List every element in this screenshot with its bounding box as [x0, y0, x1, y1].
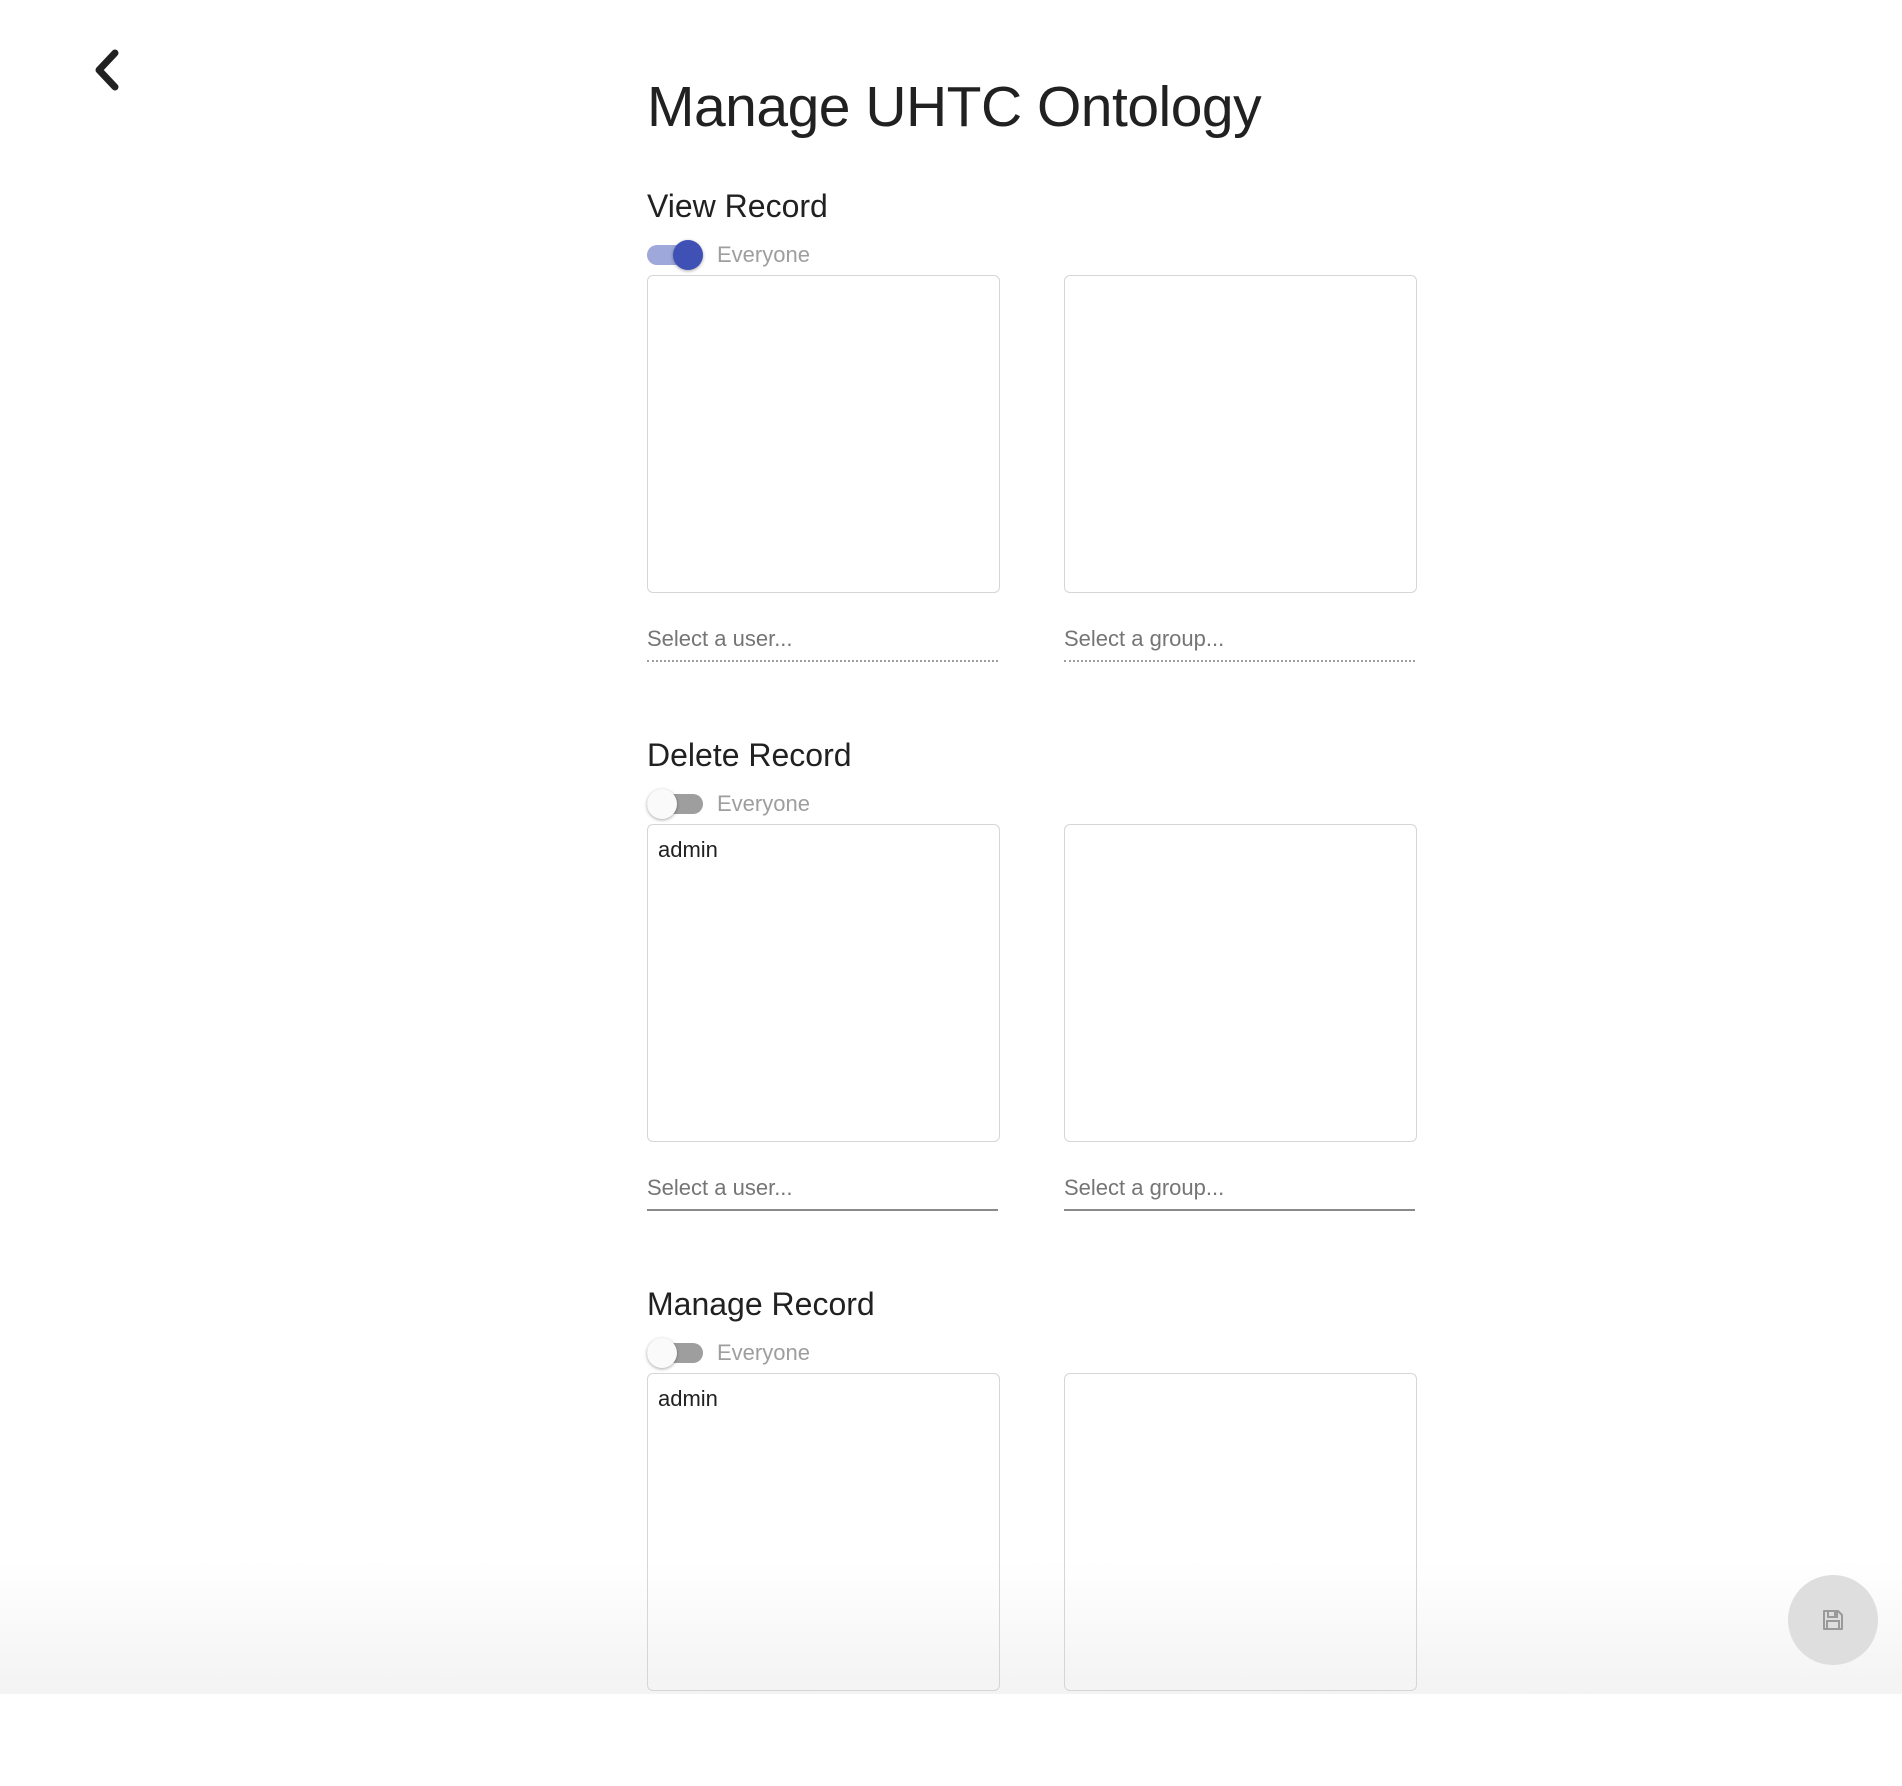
back-button[interactable]: [84, 44, 128, 96]
section-title: View Record: [647, 188, 828, 224]
toggle-thumb: [647, 1338, 677, 1368]
section-manage-record: Manage Record Everyone admin: [647, 1286, 1417, 1786]
everyone-toggle[interactable]: Everyone: [647, 789, 810, 819]
user-list[interactable]: admin: [647, 824, 1000, 1142]
group-list[interactable]: [1064, 275, 1417, 593]
toggle-switch[interactable]: [647, 789, 705, 819]
everyone-label: Everyone: [717, 791, 810, 816]
page-title: Manage UHTC Ontology: [647, 75, 1262, 139]
user-select-input[interactable]: [647, 1167, 998, 1211]
group-list[interactable]: [1064, 824, 1417, 1142]
save-icon: [1823, 1610, 1843, 1630]
user-select-input[interactable]: [647, 618, 998, 662]
toggle-switch[interactable]: [647, 240, 705, 270]
section-title: Manage Record: [647, 1286, 875, 1322]
section-title: Delete Record: [647, 737, 852, 773]
group-select-input[interactable]: [1064, 1167, 1415, 1211]
group-select-input[interactable]: [1064, 618, 1415, 662]
chevron-left-icon: [95, 49, 119, 91]
list-item[interactable]: admin: [658, 837, 989, 863]
everyone-label: Everyone: [717, 1340, 810, 1365]
everyone-toggle[interactable]: Everyone: [647, 240, 810, 270]
list-item[interactable]: admin: [658, 1386, 989, 1412]
save-button[interactable]: [1788, 1575, 1878, 1665]
everyone-toggle[interactable]: Everyone: [647, 1338, 810, 1368]
group-list[interactable]: [1064, 1373, 1417, 1691]
toggle-thumb: [673, 240, 703, 270]
everyone-label: Everyone: [717, 242, 810, 267]
toggle-thumb: [647, 789, 677, 819]
toggle-switch[interactable]: [647, 1338, 705, 1368]
section-delete-record: Delete Record Everyone admin: [647, 737, 1417, 1237]
section-view-record: View Record Everyone: [647, 188, 1417, 688]
user-list[interactable]: [647, 275, 1000, 593]
user-list[interactable]: admin: [647, 1373, 1000, 1691]
